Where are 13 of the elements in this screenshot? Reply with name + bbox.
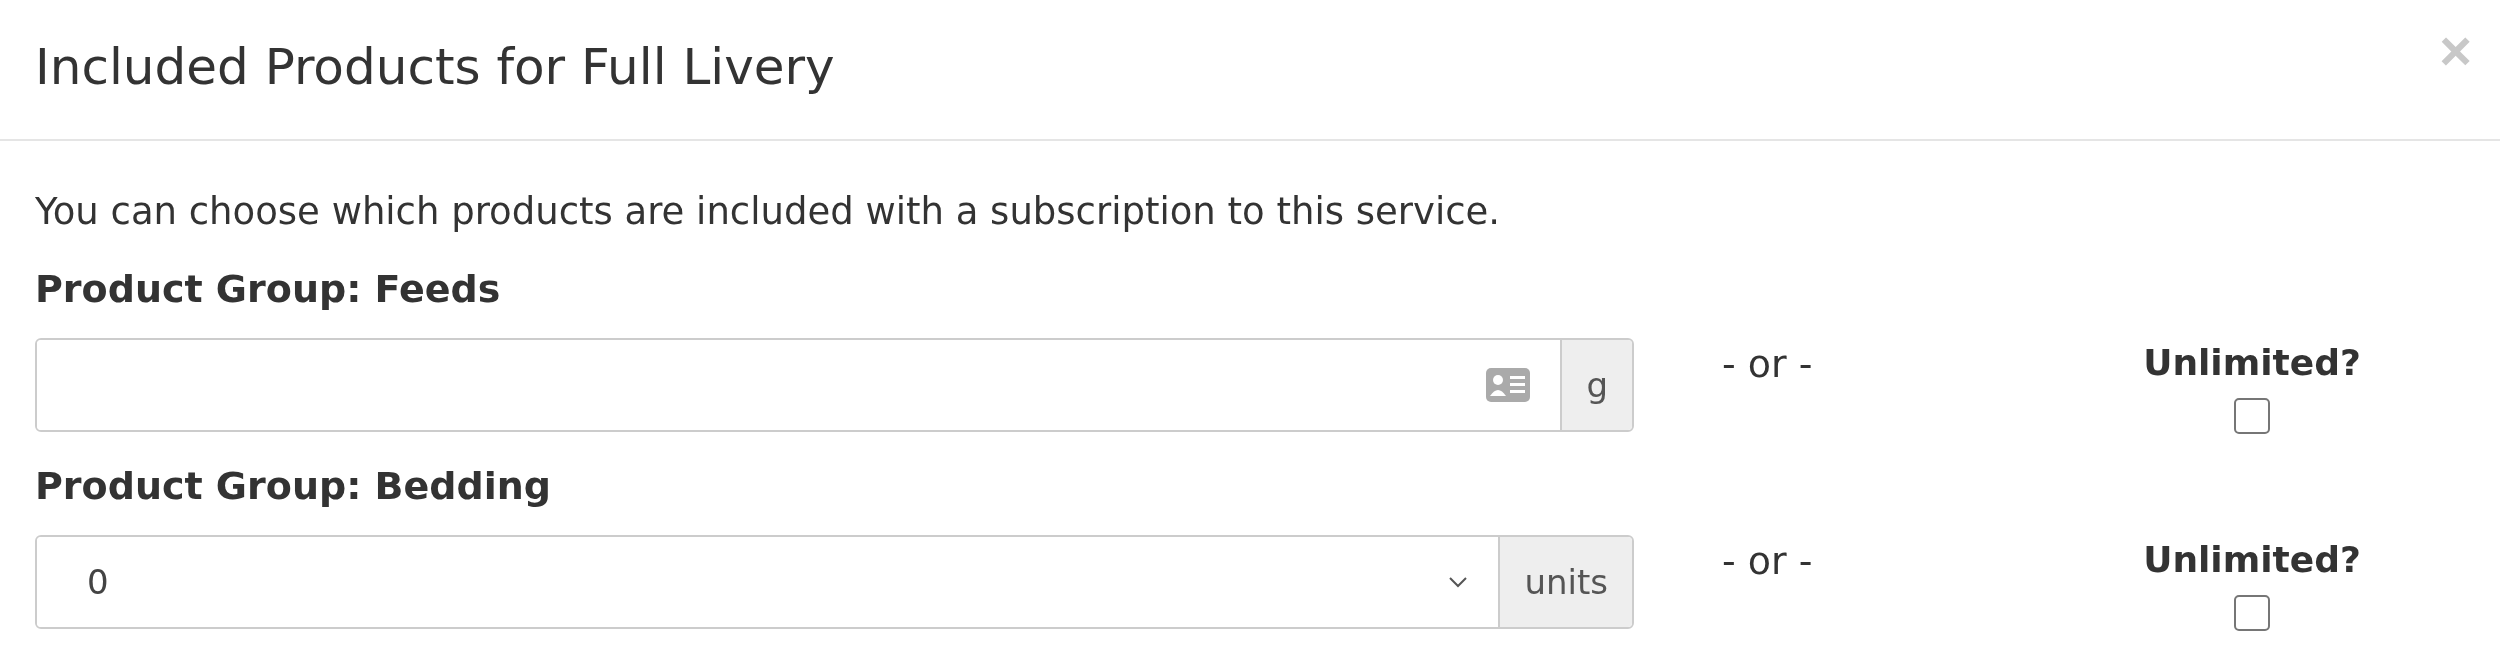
dialog-title: Included Products for Full Livery — [35, 37, 835, 98]
unit-label: g — [1560, 340, 1632, 430]
group-label: Product Group: Feeds — [35, 266, 502, 313]
unlimited-checkbox[interactable] — [2234, 595, 2270, 631]
input-field[interactable]: g — [35, 338, 1634, 432]
or-separator: - or - — [1722, 341, 1814, 386]
intro-text: You can choose which products are included with a subscription to this service. — [35, 189, 1502, 235]
unlimited-label: Unlimited? — [2143, 539, 2361, 581]
or-separator: - or - — [1722, 538, 1814, 583]
unlimited-label: Unlimited? — [2143, 342, 2361, 384]
contact-card-icon — [1486, 368, 1531, 402]
unlimited-checkbox[interactable] — [2234, 398, 2270, 434]
group-label: Product Group: Bedding — [35, 463, 552, 510]
